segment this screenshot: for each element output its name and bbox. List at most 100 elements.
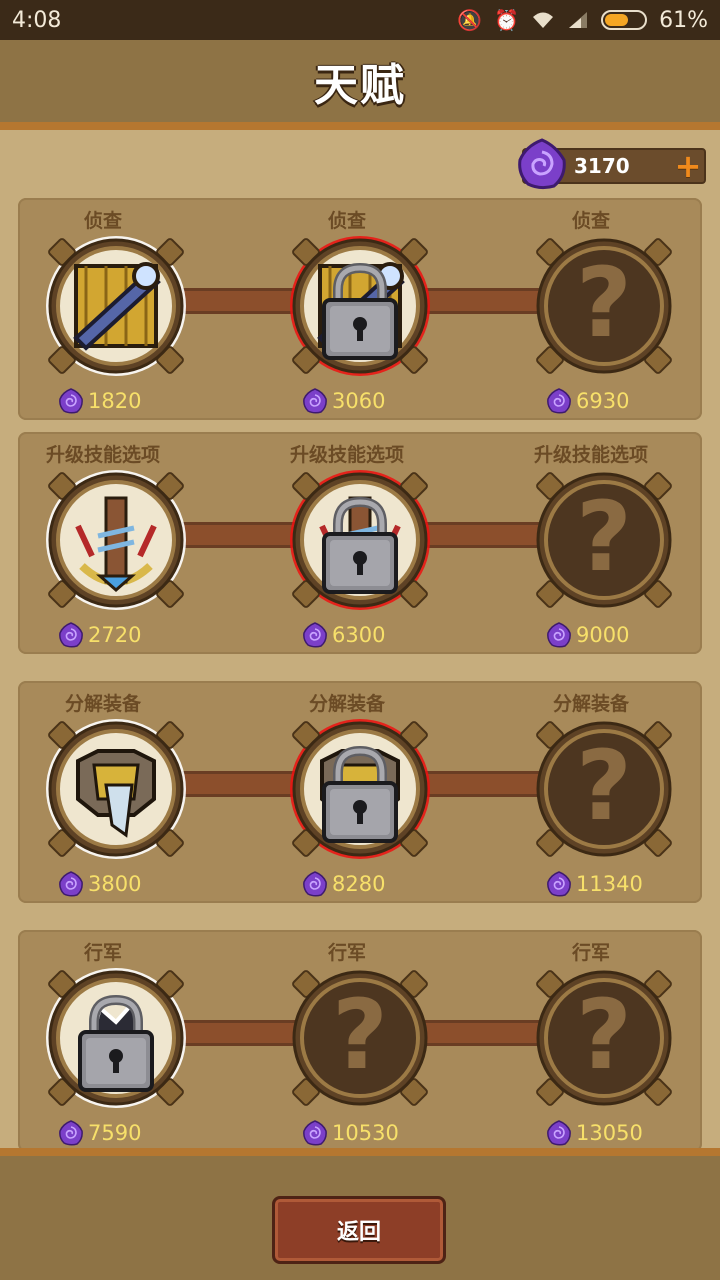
talent-cost: 7590 [58, 1120, 141, 1146]
cost-value: 8280 [332, 872, 386, 896]
cost-value: 3800 [88, 872, 142, 896]
gem-icon [59, 388, 83, 414]
talent-row: 分解装备 3800 分解装备 8280 分解装备? 11340 [18, 681, 702, 903]
talent-row: 升级技能选项 2720 升级技能选项 6300 升级技能选项? 9000 [18, 432, 702, 654]
gem-icon [547, 388, 571, 414]
lock-icon [290, 470, 430, 610]
talent-label: 分解装备 [552, 693, 629, 715]
talent-node[interactable]: 行军? 10530 [262, 930, 432, 1148]
header: 天赋 [0, 40, 720, 130]
question-icon: ? [536, 721, 672, 857]
back-button[interactable]: 返回 [272, 1196, 446, 1264]
talent-node[interactable]: 分解装备 8280 [262, 681, 432, 903]
gem-icon [59, 622, 83, 648]
cost-value: 10530 [332, 1121, 399, 1145]
talent-cost: 2720 [58, 622, 141, 648]
talent-cost: 6300 [302, 622, 385, 648]
gem-icon [303, 622, 327, 648]
talent-cost: 10530 [302, 1120, 399, 1146]
bell-off-icon: 🔕 [457, 8, 483, 32]
gem-icon [303, 871, 327, 897]
cost-value: 13050 [576, 1121, 643, 1145]
status-time: 4:08 [12, 7, 62, 33]
talent-node[interactable]: 分解装备? 11340 [506, 681, 676, 903]
add-currency-button[interactable]: + [674, 150, 702, 182]
cost-value: 3060 [332, 389, 386, 413]
gem-icon [518, 138, 566, 190]
gem-icon [59, 871, 83, 897]
talent-label: 分解装备 [308, 693, 385, 715]
talent-cost: 6930 [546, 388, 629, 414]
talent-node[interactable]: 侦查? 6930 [506, 198, 676, 420]
currency-value: 3170 [574, 154, 630, 178]
lock-icon [46, 968, 186, 1108]
talent-node[interactable]: 行军 7590 [18, 930, 188, 1148]
question-icon: ? [536, 472, 672, 608]
question-icon: ? [292, 970, 428, 1106]
currency-bar: 3170 + [518, 138, 706, 190]
cost-value: 7590 [88, 1121, 142, 1145]
talent-label: 升级技能选项 [533, 444, 648, 466]
svg-text:?: ? [576, 979, 632, 1091]
wifi-icon [533, 12, 554, 28]
anvil-icon [46, 719, 186, 859]
talent-list[interactable]: 侦查 1820 侦查 3060 侦查? 6930 升级技能选项 2720 升级技能选项 6300 升… [0, 130, 720, 1148]
gem-icon [303, 1120, 327, 1146]
status-icons: 🔕 ⏰ 61% [457, 8, 708, 33]
lock-icon [290, 236, 430, 376]
cost-value: 11340 [576, 872, 643, 896]
talent-node[interactable]: 升级技能选项 2720 [18, 432, 188, 654]
talent-cost: 8280 [302, 871, 385, 897]
talent-row: 行军 7590 行军? 10530 行军? 13050 [18, 930, 702, 1148]
talent-label: 侦查 [83, 210, 122, 232]
cost-value: 2720 [88, 623, 142, 647]
svg-text:?: ? [332, 979, 388, 1091]
talent-label: 分解装备 [64, 693, 141, 715]
footer: 返回 [0, 1148, 720, 1280]
question-icon: ? [536, 238, 672, 374]
talent-cost: 9000 [546, 622, 629, 648]
talent-node[interactable]: 侦查 1820 [18, 198, 188, 420]
talent-node[interactable]: 升级技能选项? 9000 [506, 432, 676, 654]
talent-label: 行军 [327, 942, 366, 964]
talent-label: 升级技能选项 [289, 444, 404, 466]
battery-icon [601, 10, 648, 30]
talent-node[interactable]: 升级技能选项 6300 [262, 432, 432, 654]
talent-cost: 13050 [546, 1120, 643, 1146]
cost-value: 1820 [88, 389, 142, 413]
talent-node[interactable]: 分解装备 3800 [18, 681, 188, 903]
status-bar: 4:08 🔕 ⏰ 61% [0, 0, 720, 40]
cost-value: 6300 [332, 623, 386, 647]
talent-cost: 11340 [546, 871, 643, 897]
gem-icon [547, 871, 571, 897]
gem-icon [59, 1120, 83, 1146]
gem-icon [547, 622, 571, 648]
alarm-icon: ⏰ [494, 8, 520, 32]
gem-icon [303, 388, 327, 414]
page-title: 天赋 [314, 60, 406, 111]
cost-value: 6930 [576, 389, 630, 413]
battery-percent: 61% [659, 7, 708, 33]
spyglass-icon [46, 236, 186, 376]
talent-cost: 3800 [58, 871, 141, 897]
talent-node[interactable]: 行军? 13050 [506, 930, 676, 1148]
talent-label: 升级技能选项 [45, 444, 160, 466]
cost-value: 9000 [576, 623, 630, 647]
talent-label: 行军 [571, 942, 610, 964]
talent-row: 侦查 1820 侦查 3060 侦查? 6930 [18, 198, 702, 420]
talent-node[interactable]: 侦查 3060 [262, 198, 432, 420]
svg-text:?: ? [576, 730, 632, 842]
talent-panel: 侦查 1820 侦查 3060 侦查? 6930 升级技能选项 2720 升级技能选项 6300 升… [0, 130, 720, 1148]
talent-label: 行军 [83, 942, 122, 964]
lock-icon [290, 719, 430, 859]
talent-label: 侦查 [327, 210, 366, 232]
question-icon: ? [536, 970, 672, 1106]
svg-text:?: ? [576, 481, 632, 593]
talent-label: 侦查 [571, 210, 610, 232]
talent-cost: 1820 [58, 388, 141, 414]
gem-icon [547, 1120, 571, 1146]
svg-text:?: ? [576, 247, 632, 359]
talent-cost: 3060 [302, 388, 385, 414]
totem-icon [46, 470, 186, 610]
signal-icon [569, 12, 588, 28]
